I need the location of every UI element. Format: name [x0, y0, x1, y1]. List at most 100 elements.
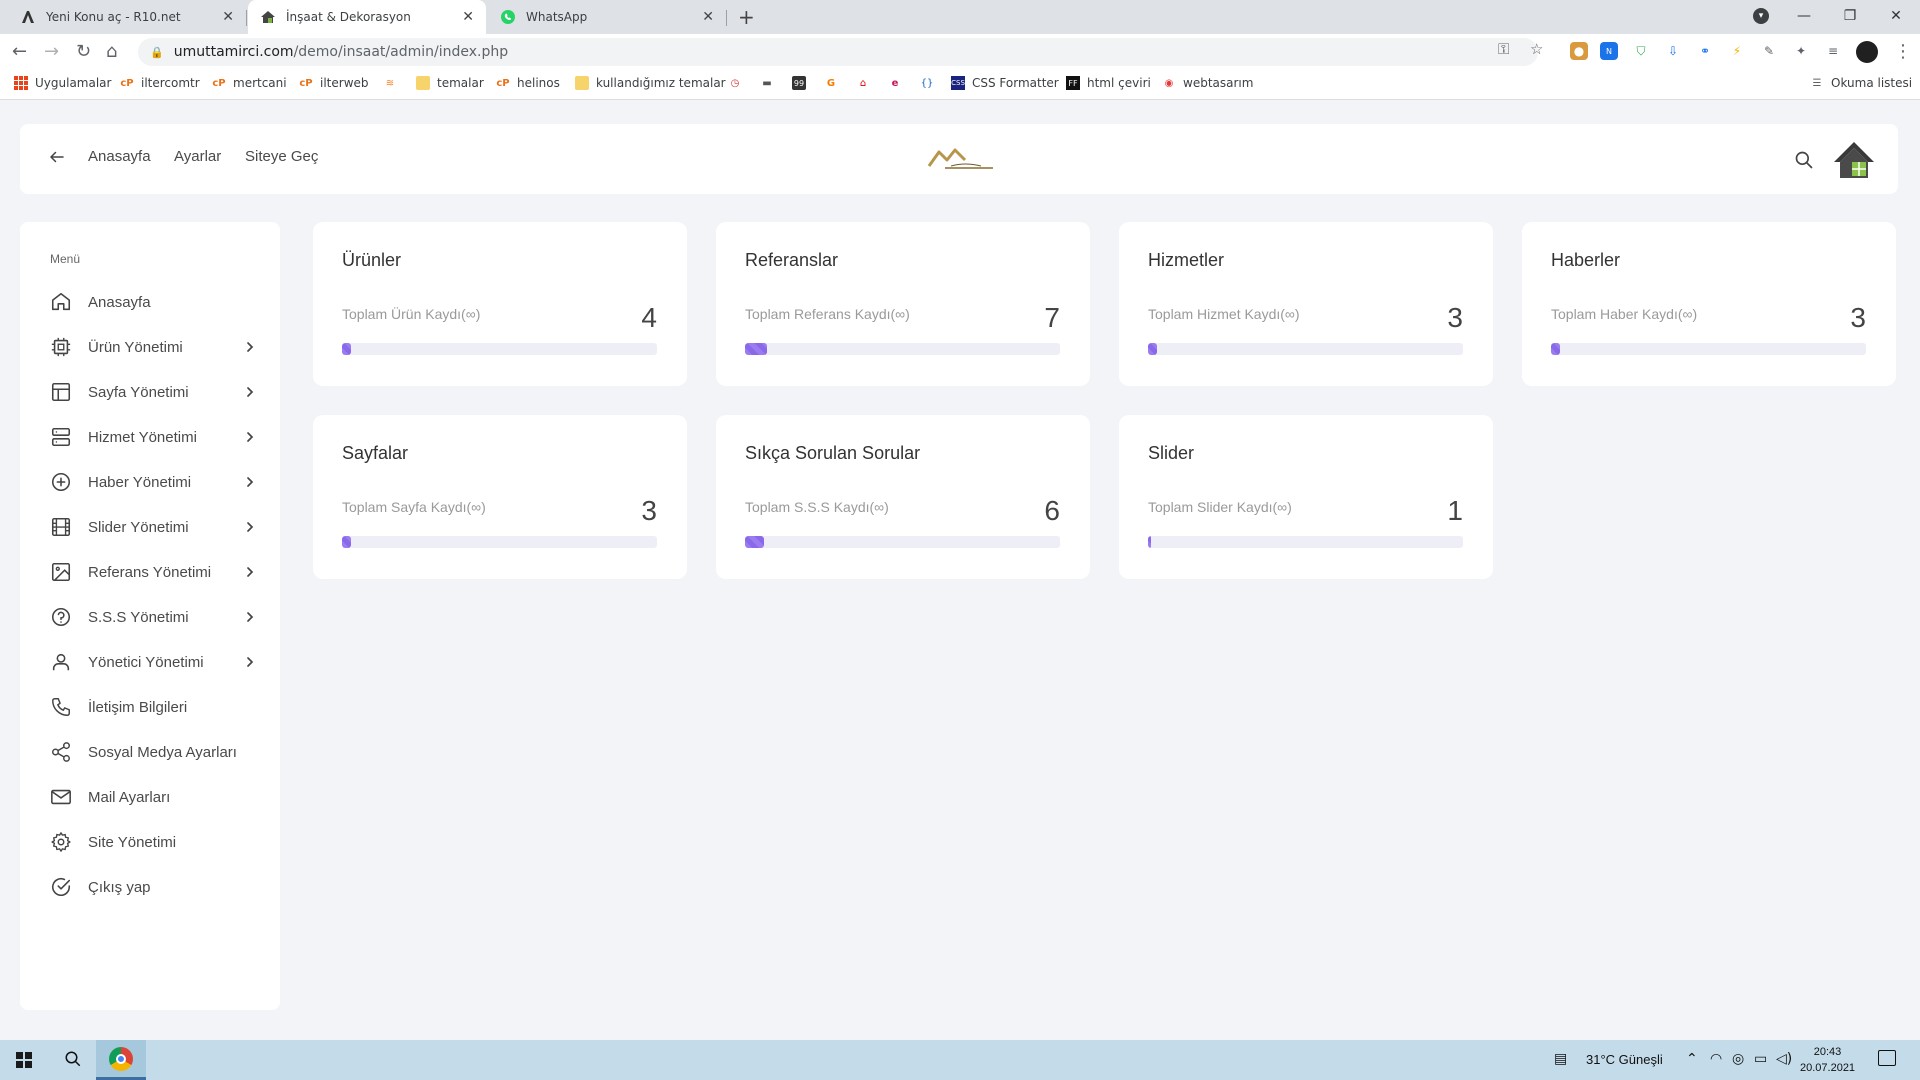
volume-icon[interactable]: ◁)	[1776, 1051, 1792, 1067]
chevron-up-icon[interactable]: ⌃	[1686, 1051, 1698, 1067]
back-icon[interactable]: ←	[12, 41, 27, 62]
stat-card-sss[interactable]: Sıkça Sorulan Sorular Toplam S.S.S Kaydı…	[716, 415, 1090, 579]
bookmark-css-formatter[interactable]: CSS CSS Formatter	[951, 76, 1059, 90]
windows-start-icon[interactable]	[16, 1052, 32, 1068]
sidebar-item-sayfa-yonetimi[interactable]: Sayfa Yönetimi	[50, 376, 256, 408]
bookmark-timer[interactable]: ◷	[728, 76, 749, 90]
arrow-left-icon[interactable]	[48, 148, 66, 166]
bookmark-label: temalar	[437, 76, 484, 90]
cookie-extension-icon[interactable]: ●	[1570, 42, 1588, 60]
reading-list[interactable]: ☰ Okuma listesi	[1810, 76, 1913, 90]
bookmark-star-icon[interactable]: ☆	[1530, 40, 1543, 58]
tab-r10[interactable]: Yeni Konu aç - R10.net ✕	[8, 0, 246, 34]
weather-text[interactable]: 31°C Güneşli	[1586, 1052, 1663, 1067]
sidebar-item-anasayfa[interactable]: Anasayfa	[50, 286, 256, 318]
sidebar-item-yonetici-yonetimi[interactable]: Yönetici Yönetimi	[50, 646, 256, 678]
search-icon[interactable]	[1794, 150, 1814, 170]
tool-extension-icon[interactable]: ✎	[1760, 42, 1778, 60]
sidebar-item-referans-yonetimi[interactable]: Referans Yönetimi	[50, 556, 256, 588]
reload-icon[interactable]: ↻	[76, 41, 91, 62]
sidebar-item-label: Anasayfa	[88, 293, 151, 311]
taskbar-clock[interactable]: 20:43 20.07.2021	[1800, 1044, 1855, 1076]
stat-card-referanslar[interactable]: Referanslar Toplam Referans Kaydı(∞) 7	[716, 222, 1090, 386]
network-icon[interactable]: ◠	[1710, 1051, 1722, 1067]
shield-extension-icon[interactable]: ⛉	[1632, 42, 1650, 60]
minimize-button[interactable]: —	[1781, 0, 1827, 32]
stat-card-slider[interactable]: Slider Toplam Slider Kaydı(∞) 1	[1119, 415, 1493, 579]
profile-avatar[interactable]	[1856, 41, 1878, 63]
home-button-icon[interactable]: ⌂	[106, 41, 117, 62]
nav-siteye-gec[interactable]: Siteye Geç	[245, 148, 318, 165]
e-icon: e	[891, 77, 899, 89]
restore-button[interactable]: ❐	[1827, 0, 1873, 32]
battery-icon[interactable]: ▭	[1754, 1051, 1767, 1067]
new-tab-button[interactable]: +	[738, 5, 755, 29]
bookmark-kullandigimiz-temalar[interactable]: kullandığımız temalar	[575, 76, 726, 90]
bookmark-stackoverflow[interactable]: ≋	[383, 76, 404, 90]
bookmark-home-red[interactable]: ⌂	[856, 76, 877, 90]
key-icon[interactable]: ⚿	[1498, 40, 1509, 58]
sidebar-item-label: S.S.S Yönetimi	[88, 608, 189, 626]
bookmark-99[interactable]: 99	[792, 76, 813, 90]
sidebar-item-sss-yonetimi[interactable]: S.S.S Yönetimi	[50, 601, 256, 633]
phone-icon	[52, 698, 70, 716]
forward-icon[interactable]: →	[44, 41, 59, 62]
bookmark-g[interactable]: G	[824, 76, 845, 90]
close-tab-icon[interactable]: ✕	[222, 9, 234, 25]
top-navbar: Anasayfa Ayarlar Siteye Geç	[20, 124, 1898, 194]
close-tab-icon[interactable]: ✕	[702, 9, 714, 25]
progress-fill	[745, 343, 768, 355]
link-extension-icon[interactable]: ⚭	[1696, 42, 1714, 60]
taskbar-chrome-button[interactable]	[96, 1040, 146, 1080]
tab-whatsapp[interactable]: WhatsApp ✕	[488, 0, 726, 34]
webcam-icon[interactable]: ◎	[1732, 1051, 1744, 1067]
bookmark-braces[interactable]: {}	[920, 76, 941, 90]
close-tab-icon[interactable]: ✕	[462, 9, 474, 25]
bookmark-e[interactable]: e	[888, 76, 909, 90]
bookmark-dash[interactable]: ▬	[760, 76, 781, 90]
stat-card-sayfalar[interactable]: Sayfalar Toplam Sayfa Kaydı(∞) 3	[313, 415, 687, 579]
nav-ayarlar[interactable]: Ayarlar	[174, 148, 221, 165]
sidebar-item-site-yonetimi[interactable]: Site Yönetimi	[50, 826, 256, 858]
sidebar-item-haber-yonetimi[interactable]: Haber Yönetimi	[50, 466, 256, 498]
sidebar-item-hizmet-yonetimi[interactable]: Hizmet Yönetimi	[50, 421, 256, 453]
bookmark-webtasarim[interactable]: ◉ webtasarım	[1162, 76, 1254, 90]
close-window-button[interactable]: ✕	[1873, 0, 1919, 32]
stat-card-urunler[interactable]: Ürünler Toplam Ürün Kaydı(∞) 4	[313, 222, 687, 386]
address-bar[interactable]: 🔒 umuttamirci.com/demo/insaat/admin/inde…	[138, 38, 1538, 66]
weather-icon[interactable]: ▤	[1554, 1051, 1567, 1067]
tab-search-icon[interactable]: ▾	[1753, 8, 1769, 24]
home-icon	[51, 292, 71, 311]
brand-logo[interactable]	[925, 146, 1005, 172]
card-count: 6	[1044, 495, 1060, 526]
progress-bar	[1148, 536, 1463, 548]
sidebar-item-iletisim-bilgileri[interactable]: İletişim Bilgileri	[50, 691, 256, 723]
tab-insaat[interactable]: İnşaat & Dekorasyon ✕	[248, 0, 486, 34]
puzzle-icon[interactable]: ✦	[1792, 42, 1810, 60]
sidebar-item-mail-ayarlari[interactable]: Mail Ayarları	[50, 781, 256, 813]
sidebar-item-slider-yonetimi[interactable]: Slider Yönetimi	[50, 511, 256, 543]
stat-card-haberler[interactable]: Haberler Toplam Haber Kaydı(∞) 3	[1522, 222, 1896, 386]
bookmark-apps[interactable]: Uygulamalar	[14, 76, 111, 90]
sidebar-item-urun-yonetimi[interactable]: Ürün Yönetimi	[50, 331, 256, 363]
bookmark-helinos[interactable]: cP helinos	[496, 76, 560, 90]
new-extension-icon[interactable]: N	[1600, 42, 1618, 60]
notification-icon[interactable]	[1878, 1050, 1896, 1066]
bookmark-mertcani[interactable]: cP mertcani	[212, 76, 286, 90]
bookmark-iltercomtr[interactable]: cP iltercomtr	[120, 76, 199, 90]
taskbar-search-icon[interactable]	[64, 1050, 82, 1068]
download-extension-icon[interactable]: ⇩	[1664, 42, 1682, 60]
user-house-avatar[interactable]	[1832, 138, 1876, 182]
lightning-extension-icon[interactable]: ⚡	[1728, 42, 1746, 60]
bookmark-html-ceviri[interactable]: FF html çeviri	[1066, 76, 1151, 90]
bookmark-ilterweb[interactable]: cP ilterweb	[299, 76, 368, 90]
stat-card-hizmetler[interactable]: Hizmetler Toplam Hizmet Kaydı(∞) 3	[1119, 222, 1493, 386]
bookmark-temalar[interactable]: temalar	[416, 76, 484, 90]
sidebar-item-cikis-yap[interactable]: Çıkış yap	[50, 871, 256, 903]
more-menu-icon[interactable]: ⋮	[1894, 41, 1912, 62]
sidebar-item-sosyal-medya[interactable]: Sosyal Medya Ayarları	[50, 736, 256, 768]
media-icon[interactable]: ≡	[1824, 42, 1842, 60]
bookmarks-bar: Uygulamalar cP iltercomtr cP mertcani cP…	[0, 70, 1920, 100]
nav-anasayfa[interactable]: Anasayfa	[88, 148, 151, 165]
progress-bar	[342, 536, 657, 548]
